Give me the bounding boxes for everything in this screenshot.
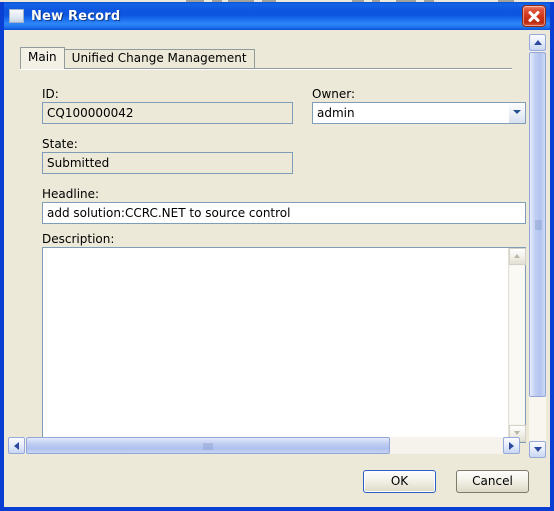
tab-main[interactable]: Main bbox=[20, 47, 65, 68]
title-bar[interactable]: New Record bbox=[4, 2, 550, 30]
description-scrollbar-track[interactable] bbox=[510, 266, 524, 424]
owner-label: Owner: bbox=[312, 87, 356, 101]
dialog-client-area: Main Unified Change Management ID: CQ100… bbox=[4, 30, 550, 507]
state-field[interactable]: Submitted bbox=[42, 152, 293, 174]
arrow-right-icon[interactable] bbox=[503, 437, 520, 454]
description-textarea[interactable] bbox=[42, 247, 526, 443]
owner-value: admin bbox=[317, 106, 355, 120]
close-icon[interactable] bbox=[522, 5, 546, 27]
dialog-button-bar: OK Cancel bbox=[4, 458, 550, 507]
chevron-down-icon[interactable] bbox=[508, 103, 525, 123]
description-scrollbar[interactable] bbox=[508, 248, 526, 442]
active-tab-notch bbox=[21, 68, 64, 69]
arrow-up-icon[interactable] bbox=[529, 34, 546, 51]
owner-dropdown[interactable]: admin bbox=[312, 102, 526, 124]
id-label: ID: bbox=[42, 87, 59, 101]
arrow-up-icon[interactable] bbox=[509, 248, 526, 265]
tab-unified-change-management[interactable]: Unified Change Management bbox=[63, 49, 255, 68]
horizontal-scrollbar-thumb[interactable] bbox=[26, 437, 390, 454]
window-title: New Record bbox=[31, 8, 121, 24]
headline-input[interactable]: add solution:CCRC.NET to source control bbox=[42, 202, 526, 224]
vertical-scrollbar[interactable] bbox=[529, 34, 546, 458]
ok-button[interactable]: OK bbox=[363, 470, 436, 493]
id-field[interactable]: CQ100000042 bbox=[42, 102, 293, 124]
description-label: Description: bbox=[42, 232, 115, 246]
tab-strip: Main Unified Change Management bbox=[20, 47, 255, 68]
horizontal-scrollbar[interactable] bbox=[8, 437, 520, 454]
horizontal-scrollbar-track[interactable] bbox=[26, 437, 502, 454]
scrollable-region: Main Unified Change Management ID: CQ100… bbox=[4, 30, 550, 458]
headline-label: Headline: bbox=[42, 187, 100, 201]
arrow-left-icon[interactable] bbox=[8, 437, 25, 454]
vertical-scrollbar-thumb[interactable] bbox=[529, 52, 546, 397]
tab-underline-highlight bbox=[20, 69, 512, 70]
cancel-button[interactable]: Cancel bbox=[456, 470, 529, 493]
vertical-scrollbar-track[interactable] bbox=[529, 52, 546, 440]
new-record-dialog: New Record Main Unified Change Managemen… bbox=[0, 2, 554, 511]
form-pane: Main Unified Change Management ID: CQ100… bbox=[8, 34, 526, 443]
arrow-down-icon[interactable] bbox=[529, 441, 546, 458]
window-icon bbox=[9, 9, 24, 23]
state-label: State: bbox=[42, 137, 78, 151]
